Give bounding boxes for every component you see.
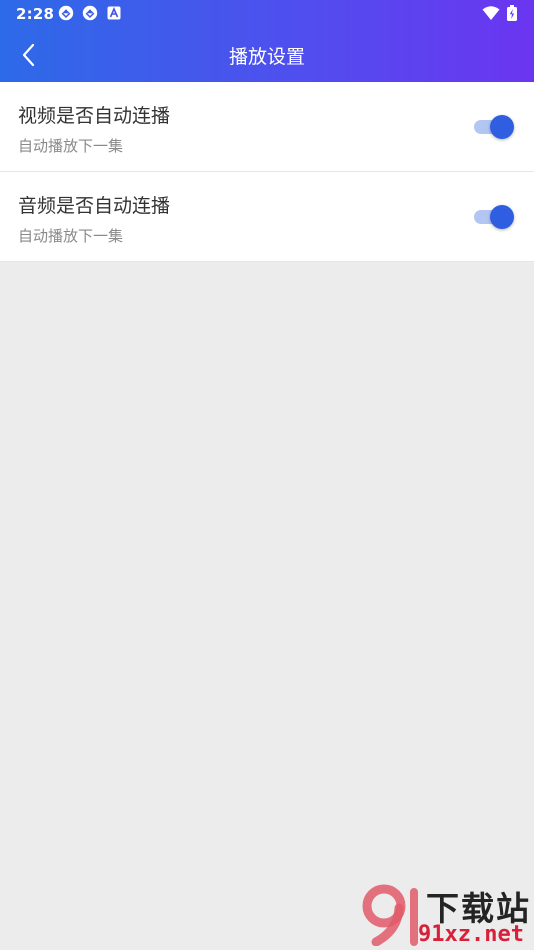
- watermark: 下载站 91xz.net: [358, 882, 534, 950]
- app-bar: 播放设置: [0, 28, 534, 82]
- setting-description: 自动播放下一集: [18, 227, 124, 245]
- sync-arrows-icon: [58, 5, 74, 21]
- battery-charging-icon: [507, 5, 517, 21]
- toggle-thumb: [490, 205, 514, 229]
- page-title: 播放设置: [228, 46, 305, 68]
- status-time: 2:28: [16, 5, 55, 23]
- setting-description: 自动播放下一集: [18, 137, 124, 155]
- setting-title: 视频是否自动连播: [18, 105, 171, 127]
- setting-row-audio-autoplay[interactable]: 音频是否自动连播 自动播放下一集: [0, 172, 534, 262]
- header-bar: 2:28 播放设置: [0, 0, 534, 82]
- video-autoplay-toggle[interactable]: [474, 115, 514, 139]
- toggle-thumb: [490, 115, 514, 139]
- wifi-icon: [482, 5, 500, 21]
- watermark-logo: [362, 884, 426, 946]
- settings-list: 视频是否自动连播 自动播放下一集 音频是否自动连播 自动播放下一集: [0, 82, 534, 262]
- sync-arrows-icon: [82, 5, 98, 21]
- setting-row-video-autoplay[interactable]: 视频是否自动连播 自动播放下一集: [0, 82, 534, 172]
- setting-title: 音频是否自动连播: [18, 195, 171, 217]
- a-box-icon: [107, 6, 121, 20]
- audio-autoplay-toggle[interactable]: [474, 205, 514, 229]
- status-bar: 2:28: [0, 0, 534, 28]
- watermark-url: 91xz.net: [418, 922, 524, 947]
